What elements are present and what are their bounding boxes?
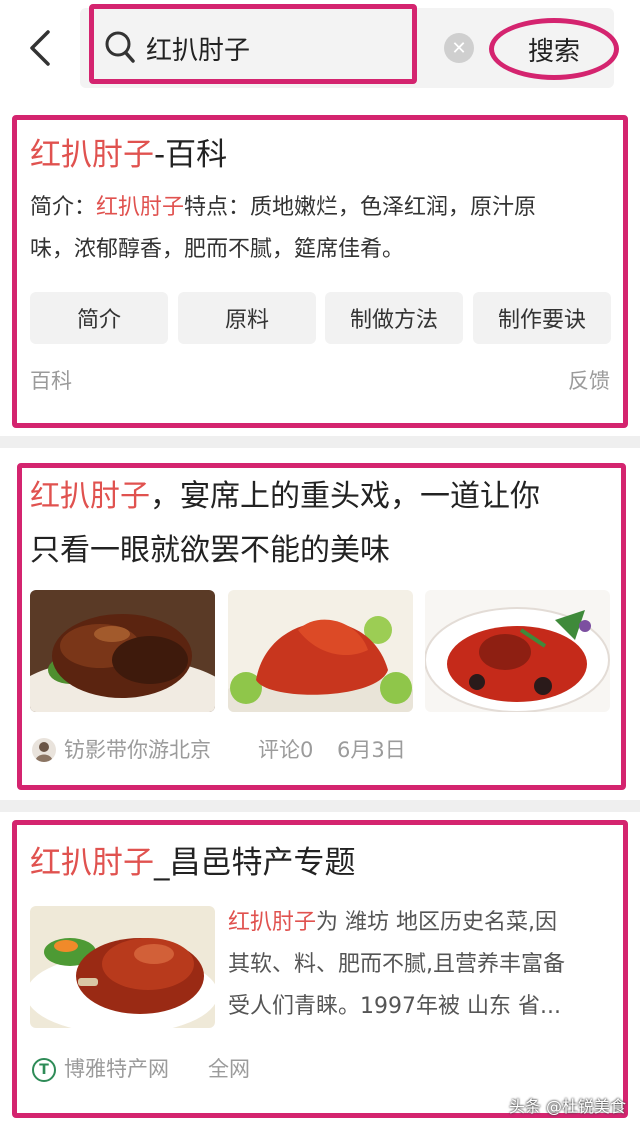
clear-button[interactable]: ✕ xyxy=(444,33,474,63)
site-logo-icon: T xyxy=(32,1058,56,1082)
food-image-3[interactable] xyxy=(425,590,610,712)
chip-method[interactable]: 制做方法 xyxy=(325,292,463,344)
result-snippet: 红扒肘子为 潍坊 地区历史名菜,因 其软、料、肥而不腻,且营养丰富备 受人们青睐… xyxy=(228,902,565,1028)
keyword-highlight: 红扒肘子 xyxy=(96,195,185,220)
result-card-baike[interactable]: 红扒肘子-百科 简介：红扒肘子特点：质地嫩烂，色泽红润，原汁原 味，浓郁醇香，肥… xyxy=(0,100,640,436)
chip-tips[interactable]: 制作要诀 xyxy=(473,292,611,344)
snippet-line1: 特点：质地嫩烂，色泽红润，原汁原 xyxy=(184,195,537,220)
result-source: 百科 xyxy=(30,369,72,393)
snippet-line2: 味，浓郁醇香，肥而不腻，筵席佳肴。 xyxy=(30,237,405,262)
result-source[interactable]: 博雅特产网 xyxy=(64,1054,169,1084)
comment-count: 评论0 xyxy=(258,738,314,762)
search-button[interactable]: 搜索 xyxy=(489,18,619,80)
title-line1: ，宴席上的重头戏，一道让你 xyxy=(150,479,540,514)
food-image-1[interactable] xyxy=(30,590,215,712)
author-name[interactable]: 钫影带你游北京 xyxy=(64,735,211,765)
watermark: 头条 @杜锐美食 xyxy=(508,1097,626,1116)
keyword-highlight: 红扒肘子 xyxy=(30,479,150,514)
chip-intro[interactable]: 简介 xyxy=(30,292,168,344)
keyword-highlight: 红扒肘子 xyxy=(228,910,317,935)
result-card-specialty[interactable]: 红扒肘子_昌邑特产专题 红扒肘子为 潍坊 地区历史名菜,因 其软、料、肥而不腻,… xyxy=(0,812,640,1131)
chip-ingredients[interactable]: 原料 xyxy=(178,292,316,344)
snippet-line3: 受人们青睐。1997年被 山东 省... xyxy=(228,994,561,1019)
result-card-article[interactable]: 红扒肘子，宴席上的重头戏，一道让你 只看一眼就欲罢不能的美味 钫影带你游北京 评… xyxy=(0,448,640,800)
feedback-link[interactable]: 反馈 xyxy=(568,366,610,396)
result-title[interactable]: 红扒肘子-百科 xyxy=(30,130,227,180)
result-title[interactable]: 红扒肘子_昌邑特产专题 xyxy=(30,838,356,888)
result-title[interactable]: 红扒肘子，宴席上的重头戏，一道让你 只看一眼就欲罢不能的美味 xyxy=(30,470,540,578)
back-arrow-icon xyxy=(30,30,50,66)
search-input[interactable] xyxy=(146,26,406,70)
result-scope: 全网 xyxy=(208,1057,250,1081)
search-icon xyxy=(105,31,135,63)
avatar-icon xyxy=(35,742,53,762)
back-button[interactable] xyxy=(22,26,58,70)
author-avatar[interactable] xyxy=(32,738,56,762)
food-image-4[interactable] xyxy=(30,906,215,1028)
food-image-2[interactable] xyxy=(228,590,413,712)
snippet-line2: 其软、料、肥而不腻,且营养丰富备 xyxy=(228,952,565,977)
result-snippet: 简介：红扒肘子特点：质地嫩烂，色泽红润，原汁原 味，浓郁醇香，肥而不腻，筵席佳肴… xyxy=(30,187,536,271)
top-bar: ✕ 搜索 xyxy=(0,0,640,100)
clear-icon: ✕ xyxy=(451,37,467,59)
title-suffix: _昌邑特产专题 xyxy=(154,845,356,881)
title-suffix: -百科 xyxy=(154,137,228,173)
keyword-highlight: 红扒肘子 xyxy=(30,137,154,173)
snippet-line1: 为 潍坊 地区历史名菜,因 xyxy=(316,910,557,935)
title-line2: 只看一眼就欲罢不能的美味 xyxy=(30,533,390,568)
publish-date: 6月3日 xyxy=(337,738,406,762)
keyword-highlight: 红扒肘子 xyxy=(30,845,154,881)
intro-label: 简介： xyxy=(30,195,97,220)
